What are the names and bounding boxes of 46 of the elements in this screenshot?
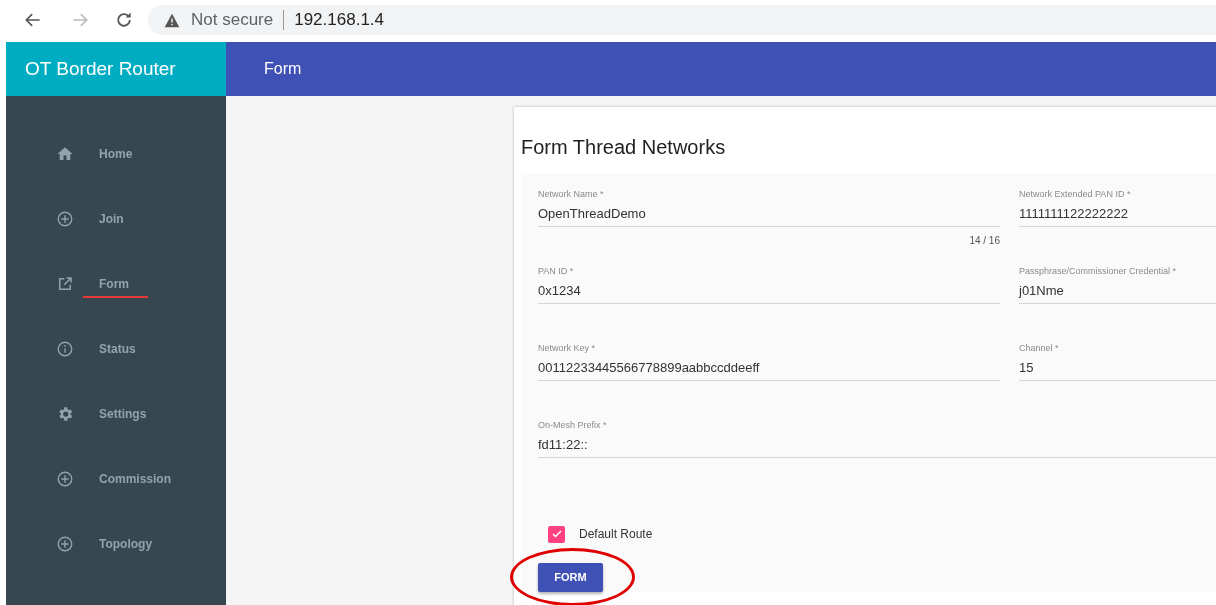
warning-icon	[164, 12, 180, 28]
add-circle-icon	[56, 534, 74, 553]
text-field[interactable]: Network Name * OpenThreadDemo	[538, 188, 1000, 227]
url-text: 192.168.1.4	[294, 9, 384, 32]
reload-icon[interactable]	[114, 10, 134, 30]
text-field[interactable]: On-Mesh Prefix * fd11:22::	[538, 419, 1216, 458]
field-value: OpenThreadDemo	[538, 205, 647, 223]
check-icon	[550, 528, 563, 540]
field-label: PAN ID *	[538, 265, 575, 277]
add-circle-icon	[56, 209, 74, 228]
app-title: OT Border Router	[25, 56, 176, 81]
character-counter: 14 / 16	[969, 234, 1000, 248]
field-label: Network Key *	[538, 342, 597, 354]
nav-item[interactable]: Join	[6, 186, 226, 251]
text-field[interactable]: Passphrase/Commissioner Credential * j01Nme	[1019, 265, 1216, 304]
form-button[interactable]: FORM	[538, 563, 603, 592]
add-circle-icon	[56, 469, 74, 488]
checkbox-label: Default Route	[579, 526, 653, 543]
field-label: Channel *	[1019, 342, 1060, 354]
nav-item[interactable]: Home	[6, 121, 226, 186]
checkbox[interactable]	[548, 525, 565, 543]
nav-item[interactable]: Commission	[6, 446, 226, 511]
text-field[interactable]: PAN ID * 0x1234	[538, 265, 1000, 304]
nav-item[interactable]: Topology	[6, 511, 226, 576]
text-field[interactable]: Network Extended PAN ID * 1111111122222222	[1019, 188, 1216, 227]
text-field[interactable]: Network Key * 00112233445566778899aabbccddeeff	[538, 342, 1000, 381]
address-bar[interactable]: Not secure 192.168.1.4	[148, 5, 1216, 35]
page-title: Form	[264, 59, 302, 79]
field-value: fd11:22::	[538, 436, 589, 454]
info-icon	[56, 339, 74, 358]
field-value: 0x1234	[538, 282, 582, 300]
field-label: On-Mesh Prefix *	[538, 419, 608, 431]
card-title: Form Thread Networks	[521, 135, 727, 160]
field-value: 15	[1019, 359, 1035, 377]
open-in-new-icon	[56, 274, 74, 293]
field-value: 00112233445566778899aabbccddeeff	[538, 359, 761, 377]
nav-item[interactable]: Form	[6, 251, 226, 316]
text-field[interactable]: Channel * 15	[1019, 342, 1216, 381]
field-label: Network Name *	[538, 188, 605, 200]
field-value: 1111111122222222	[1019, 205, 1129, 223]
field-value: j01Nme	[1019, 282, 1065, 300]
nav-item[interactable]: Status	[6, 316, 226, 381]
security-label: Not secure	[191, 9, 274, 32]
nav-item[interactable]: Settings	[6, 381, 226, 446]
field-label: Network Extended PAN ID *	[1019, 188, 1132, 200]
field-label: Passphrase/Commissioner Credential *	[1019, 265, 1178, 277]
